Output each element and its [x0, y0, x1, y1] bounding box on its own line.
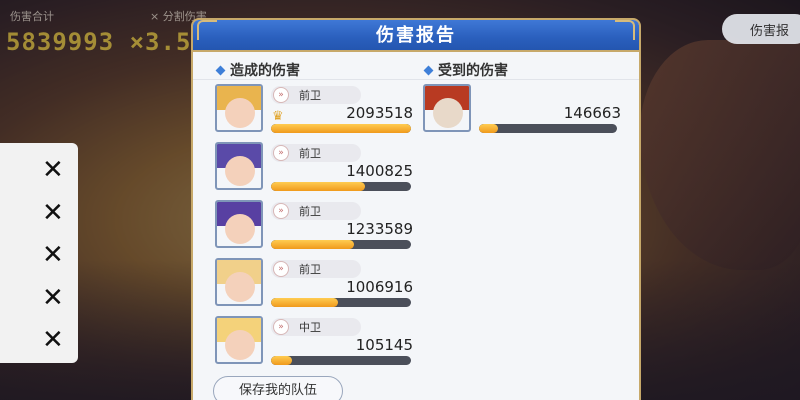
- character-row: » 前卫 ♛ 2093518: [215, 84, 415, 138]
- portrait-face: [225, 214, 255, 244]
- character-row: » 中卫 105145: [215, 316, 415, 370]
- role-icon: »: [273, 261, 289, 277]
- close-icon[interactable]: ✕: [42, 200, 64, 226]
- damage-bar: [271, 124, 411, 133]
- damage-bar-fill: [271, 124, 411, 133]
- damage-bar-fill: [271, 182, 365, 191]
- side-panel: ✕ ✕ ✕ ✕ ✕: [0, 143, 78, 363]
- total-damage-label: 伤害合计: [10, 10, 54, 23]
- close-icon[interactable]: ✕: [42, 327, 64, 353]
- role-label: 中卫: [299, 321, 321, 334]
- role-badge: » 前卫: [271, 202, 361, 220]
- dialog-header: 伤害报告: [193, 20, 639, 52]
- role-label: 前卫: [299, 205, 321, 218]
- diamond-icon: [423, 65, 434, 75]
- save-team-button[interactable]: 保存我的队伍: [213, 376, 343, 400]
- character-portrait[interactable]: [215, 84, 263, 132]
- damage-value: 1400825: [346, 162, 413, 180]
- close-icon[interactable]: ✕: [42, 242, 64, 268]
- damage-bar: [271, 298, 411, 307]
- dealt-damage-title: 造成的伤害: [230, 63, 300, 79]
- damage-value: 2093518: [346, 104, 413, 122]
- crown-icon: ♛: [272, 109, 284, 124]
- role-label: 前卫: [299, 263, 321, 276]
- portrait-face: [225, 156, 255, 186]
- character-portrait[interactable]: [215, 200, 263, 248]
- role-icon: »: [273, 87, 289, 103]
- close-icon[interactable]: ✕: [42, 285, 64, 311]
- damage-report-button[interactable]: 伤害报: [722, 14, 800, 44]
- damage-report-button-label: 伤害报: [750, 23, 790, 39]
- role-icon: »: [273, 319, 289, 335]
- damage-bar-fill: [271, 356, 292, 365]
- portrait-face: [225, 330, 255, 360]
- damage-value: 1006916: [346, 278, 413, 296]
- character-row: » 前卫 1233589: [215, 200, 415, 254]
- role-badge: » 前卫: [271, 144, 361, 162]
- received-damage-title: 受到的伤害: [438, 63, 508, 79]
- character-portrait[interactable]: [215, 258, 263, 306]
- damage-value: 1233589: [346, 220, 413, 238]
- damage-bar: [271, 240, 411, 249]
- role-icon: »: [273, 145, 289, 161]
- character-row: » 前卫 1006916: [215, 258, 415, 312]
- character-portrait[interactable]: [215, 142, 263, 190]
- divider: [193, 79, 639, 80]
- portrait-face: [225, 272, 255, 302]
- portrait-face: [225, 98, 255, 128]
- received-bar-fill: [479, 124, 499, 133]
- received-row: 146663: [423, 84, 623, 138]
- role-badge: » 中卫: [271, 318, 361, 336]
- dialog-title: 伤害报告: [376, 25, 456, 46]
- character-portrait[interactable]: [215, 316, 263, 364]
- diamond-icon: [215, 65, 226, 75]
- character-row: » 前卫 1400825: [215, 142, 415, 196]
- dealt-damage-heading: 造成的伤害: [215, 60, 300, 80]
- role-label: 前卫: [299, 147, 321, 160]
- role-badge: » 前卫: [271, 260, 361, 278]
- close-icon[interactable]: ✕: [42, 157, 64, 183]
- damage-bar-fill: [271, 298, 339, 307]
- damage-hud: 伤害合计 × 分割伤害 5839993 ×3.5: [0, 0, 220, 60]
- damage-bar-fill: [271, 240, 354, 249]
- damage-value: 105145: [355, 336, 413, 354]
- received-value: 146663: [563, 104, 621, 122]
- received-damage-heading: 受到的伤害: [423, 60, 508, 80]
- damage-bar: [271, 356, 411, 365]
- portrait-face: [433, 98, 463, 128]
- received-bar: [479, 124, 617, 133]
- damage-bar: [271, 182, 411, 191]
- role-badge: » 前卫: [271, 86, 361, 104]
- total-damage-value: 5839993 ×3.5: [6, 28, 192, 56]
- character-portrait[interactable]: [423, 84, 471, 132]
- damage-report-dialog: 伤害报告 造成的伤害 受到的伤害 » 前卫 ♛ 2093518 » 前卫 140…: [191, 18, 641, 400]
- role-icon: »: [273, 203, 289, 219]
- role-label: 前卫: [299, 89, 321, 102]
